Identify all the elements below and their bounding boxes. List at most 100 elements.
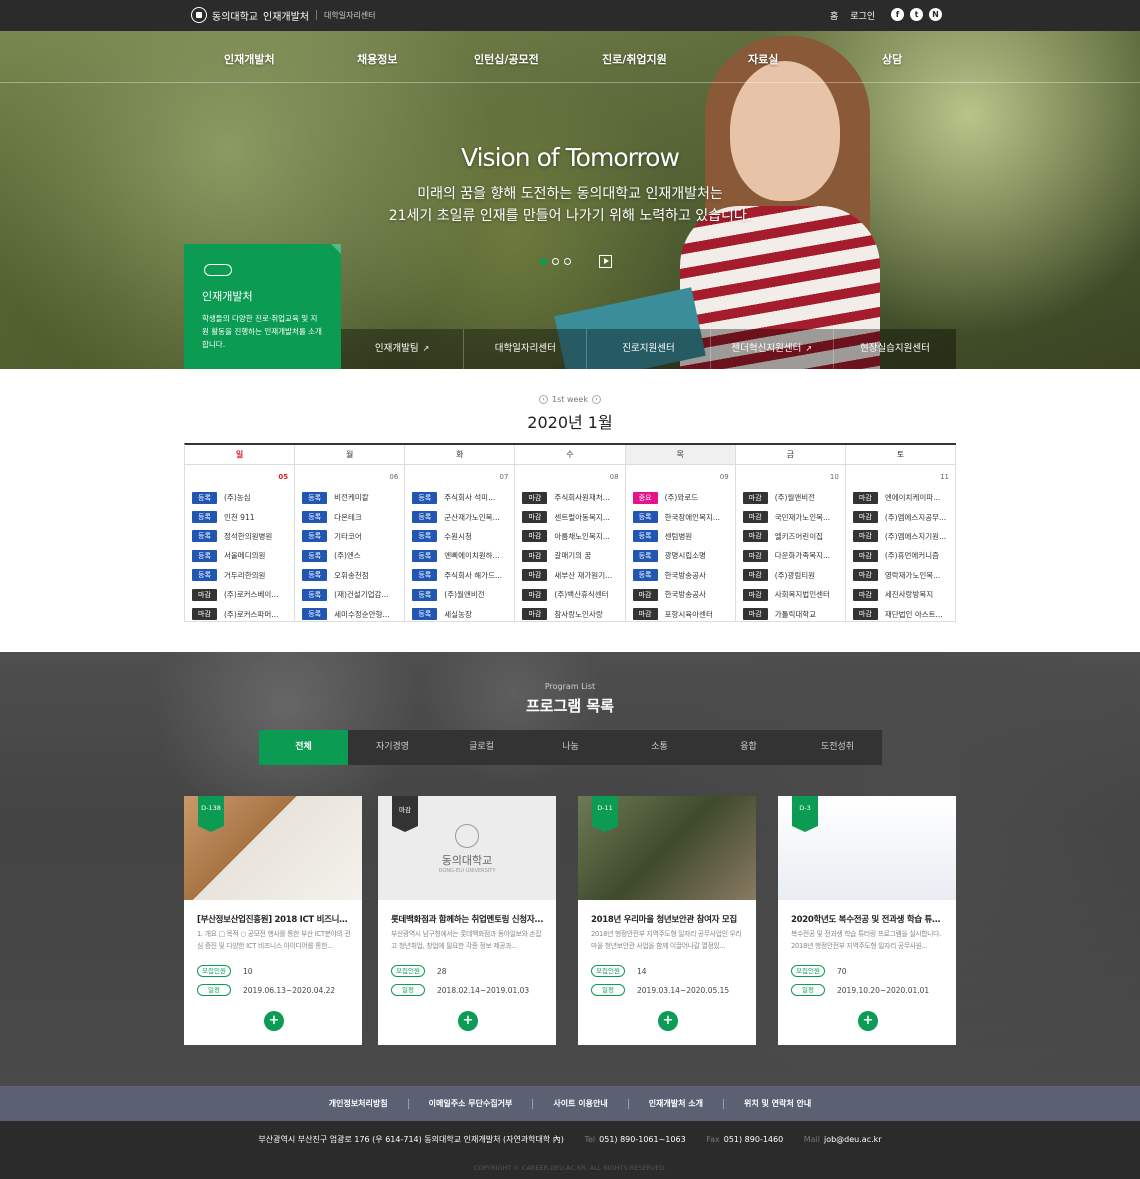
calendar-item[interactable]: 마감 센트럴아동복지... xyxy=(522,507,621,526)
site-guide-link[interactable]: 사이트 이용안내 xyxy=(533,1098,629,1109)
calendar-item[interactable]: 중요 (주)와로드 xyxy=(632,488,732,507)
quick-link-practice-center[interactable]: 현장실습지원센터 xyxy=(834,329,956,369)
site-logo[interactable]: 동의대학교 인재개발처 대학일자리센터 xyxy=(191,7,376,23)
location-link[interactable]: 위치 및 연락처 안내 xyxy=(724,1099,831,1109)
calendar-item[interactable]: 등록 엔삐에이치원하... xyxy=(412,546,511,565)
tab-all[interactable]: 전체 xyxy=(259,730,348,765)
program-card[interactable]: D-138 [부산정보산업진흥원] 2018 ICT 비즈니스 아... 1. … xyxy=(184,796,362,1045)
calendar-item[interactable]: 등록 서울메디의원 xyxy=(192,546,291,565)
calendar-item[interactable]: 등록 광명시립소명 xyxy=(632,546,732,565)
calendar-item[interactable]: 마감 사회복지법인센터 xyxy=(742,585,842,604)
calendar-item[interactable]: 마감 아름채노인복지... xyxy=(522,527,621,546)
login-link[interactable]: 로그인 xyxy=(850,9,875,22)
home-link[interactable]: 홈 xyxy=(830,9,838,22)
program-title[interactable]: 2018년 우리마을 청년보안관 참여자 모집 xyxy=(591,913,746,925)
program-card[interactable]: D-11 2018년 우리마을 청년보안관 참여자 모집 2018년 행정안전부… xyxy=(578,796,756,1045)
calendar-item[interactable]: 등록 한국장애인복지... xyxy=(632,507,732,526)
program-card[interactable]: D-3 2020학년도 복수전공 및 전과생 학습 튜터링 ... 복수전공 및… xyxy=(778,796,956,1045)
calendar-item[interactable]: 마감 국민재가노인복... xyxy=(742,507,842,526)
calendar-item[interactable]: 등록 군산재가노인복... xyxy=(412,507,511,526)
company-name: (주)엠에스지공무... xyxy=(884,512,947,522)
calendar-item[interactable]: 등록 오휘송천점 xyxy=(302,566,401,585)
calendar-item[interactable]: 등록 (재)건설기업감... xyxy=(302,585,401,604)
nav-item-career[interactable]: 진로/취업지원 xyxy=(602,51,667,67)
calendar-item[interactable]: 마감 새부산 재가원기... xyxy=(522,566,621,585)
calendar-item[interactable]: 등록 세미수정순안형... xyxy=(302,604,401,623)
tab-convergence[interactable]: 융합 xyxy=(704,730,793,765)
calendar-item[interactable]: 등록 세실농장 xyxy=(412,604,511,623)
tab-self-management[interactable]: 자기경영 xyxy=(348,730,437,765)
program-title[interactable]: 2020학년도 복수전공 및 전과생 학습 튜터링 ... xyxy=(791,913,946,925)
calendar-item[interactable]: 마감 엔에이치케이파... xyxy=(852,488,952,507)
calendar-item[interactable]: 등록 (주)엔스 xyxy=(302,546,401,565)
twitter-icon[interactable]: t xyxy=(910,8,923,21)
calendar-item[interactable]: 마감 (주)백산휴식센터 xyxy=(522,585,621,604)
calendar-item[interactable]: 마감 (주)엠에스지공무... xyxy=(852,507,952,526)
calendar-item[interactable]: 마감 갈매기의 꿈 xyxy=(522,546,621,565)
prev-week-icon[interactable]: ‹ xyxy=(539,395,549,404)
privacy-policy-link[interactable]: 개인정보처리방침 xyxy=(309,1098,409,1109)
program-title[interactable]: [부산정보산업진흥원] 2018 ICT 비즈니스 아... xyxy=(197,913,352,925)
program-title[interactable]: 롯데백화점과 함께하는 취업멘토링 신청자... xyxy=(391,913,546,925)
tab-communication[interactable]: 소통 xyxy=(615,730,704,765)
email-refusal-link[interactable]: 이메일주소 무단수집거부 xyxy=(409,1098,534,1109)
calendar-item[interactable]: 등록 (주)농심 xyxy=(192,488,291,507)
about-link[interactable]: 인재개발처 소개 xyxy=(629,1098,724,1109)
calendar-item[interactable]: 등록 수원시청 xyxy=(412,527,511,546)
calendar-item[interactable]: 마감 한국방송공사 xyxy=(632,585,732,604)
calendar-item[interactable]: 마감 주식회사원재처... xyxy=(522,488,621,507)
more-button[interactable]: + xyxy=(458,1011,478,1031)
calendar-item[interactable]: 등록 (주)월앤비전 xyxy=(412,585,511,604)
mail-address[interactable]: job@deu.ac.kr xyxy=(824,1135,882,1144)
calendar-item[interactable]: 마감 재단법인 아스트... xyxy=(852,604,952,623)
nav-item-internship[interactable]: 인턴십/공모전 xyxy=(474,51,539,67)
facebook-icon[interactable]: f xyxy=(891,8,904,21)
calendar-item[interactable]: 마감 세진사랑방복지 xyxy=(852,585,952,604)
more-button[interactable]: + xyxy=(658,1011,678,1031)
more-button[interactable]: + xyxy=(264,1011,284,1031)
calendar-item[interactable]: 마감 (주)광림티원 xyxy=(742,566,842,585)
quick-link-job-center[interactable]: 대학일자리센터 xyxy=(464,329,588,369)
calendar-item[interactable]: 마감 다운화가족복지... xyxy=(742,546,842,565)
calendar-item[interactable]: 등록 한국방송공사 xyxy=(632,566,732,585)
tab-challenge[interactable]: 도전성취 xyxy=(793,730,882,765)
quick-link-gender-center[interactable]: 젠더혁신지원센터 ↗ xyxy=(711,329,834,369)
calendar-item[interactable]: 등록 인천 911 xyxy=(192,507,291,526)
calendar-item[interactable]: 마감 영락재가노인복... xyxy=(852,566,952,585)
calendar-item[interactable]: 마감 참사랑노인사랑 xyxy=(522,604,621,623)
next-week-icon[interactable]: › xyxy=(591,395,601,404)
calendar-item[interactable]: 등록 주식회사 해가드... xyxy=(412,566,511,585)
intro-box[interactable]: 인재개발처 학생들의 다양한 진로·취업교육 및 지원 활동을 진행하는 인재개… xyxy=(184,244,341,369)
nav-item-hr[interactable]: 인재개발처 xyxy=(224,51,275,67)
quick-link-hr-team[interactable]: 인재개발팀 ↗ xyxy=(341,329,465,369)
play-icon[interactable] xyxy=(599,255,612,268)
nav-item-counsel[interactable]: 상담 xyxy=(882,51,902,67)
slide-dot-2[interactable] xyxy=(552,258,559,265)
calendar-item[interactable]: 마감 엘키즈어린이집 xyxy=(742,527,842,546)
calendar-item[interactable]: 마감 (주)월앤비전 xyxy=(742,488,842,507)
calendar-item[interactable]: 등록 비전케미칼 xyxy=(302,488,401,507)
calendar-item[interactable]: 등록 기타코어 xyxy=(302,527,401,546)
calendar-item[interactable]: 마감 (주)로커스파머... xyxy=(192,604,291,623)
calendar-item[interactable]: 등록 거두리한의원 xyxy=(192,566,291,585)
tab-glocal[interactable]: 글로컬 xyxy=(437,730,526,765)
tab-sharing[interactable]: 나눔 xyxy=(526,730,615,765)
calendar-item[interactable]: 마감 가톨릭대학교 xyxy=(742,604,842,623)
status-badge: 마감 xyxy=(742,588,768,601)
calendar-item[interactable]: 등록 다온테크 xyxy=(302,507,401,526)
calendar-item[interactable]: 마감 포항시육아센터 xyxy=(632,604,732,623)
program-card[interactable]: 동의대학교 DONG-EUI UNIVERSITY 마감 롯데백화점과 함께하는… xyxy=(378,796,556,1045)
calendar-item[interactable]: 등록 정석한의원병원 xyxy=(192,527,291,546)
calendar-item[interactable]: 등록 센텀병원 xyxy=(632,527,732,546)
slide-dot-1[interactable] xyxy=(540,258,547,265)
slide-dot-3[interactable] xyxy=(564,258,571,265)
calendar-item[interactable]: 마감 (주)로커스베이... xyxy=(192,585,291,604)
nav-item-archive[interactable]: 자료실 xyxy=(748,51,778,67)
calendar-item[interactable]: 등록 주식회사 석미... xyxy=(412,488,511,507)
nav-item-jobs[interactable]: 채용정보 xyxy=(357,51,397,67)
calendar-item[interactable]: 마감 (주)엠에스지기원... xyxy=(852,527,952,546)
more-button[interactable]: + xyxy=(858,1011,878,1031)
calendar-item[interactable]: 마감 (주)휴먼에커니즘 xyxy=(852,546,952,565)
naver-icon[interactable]: N xyxy=(929,8,942,21)
quick-link-career-center[interactable]: 진로지원센터 xyxy=(587,329,711,369)
